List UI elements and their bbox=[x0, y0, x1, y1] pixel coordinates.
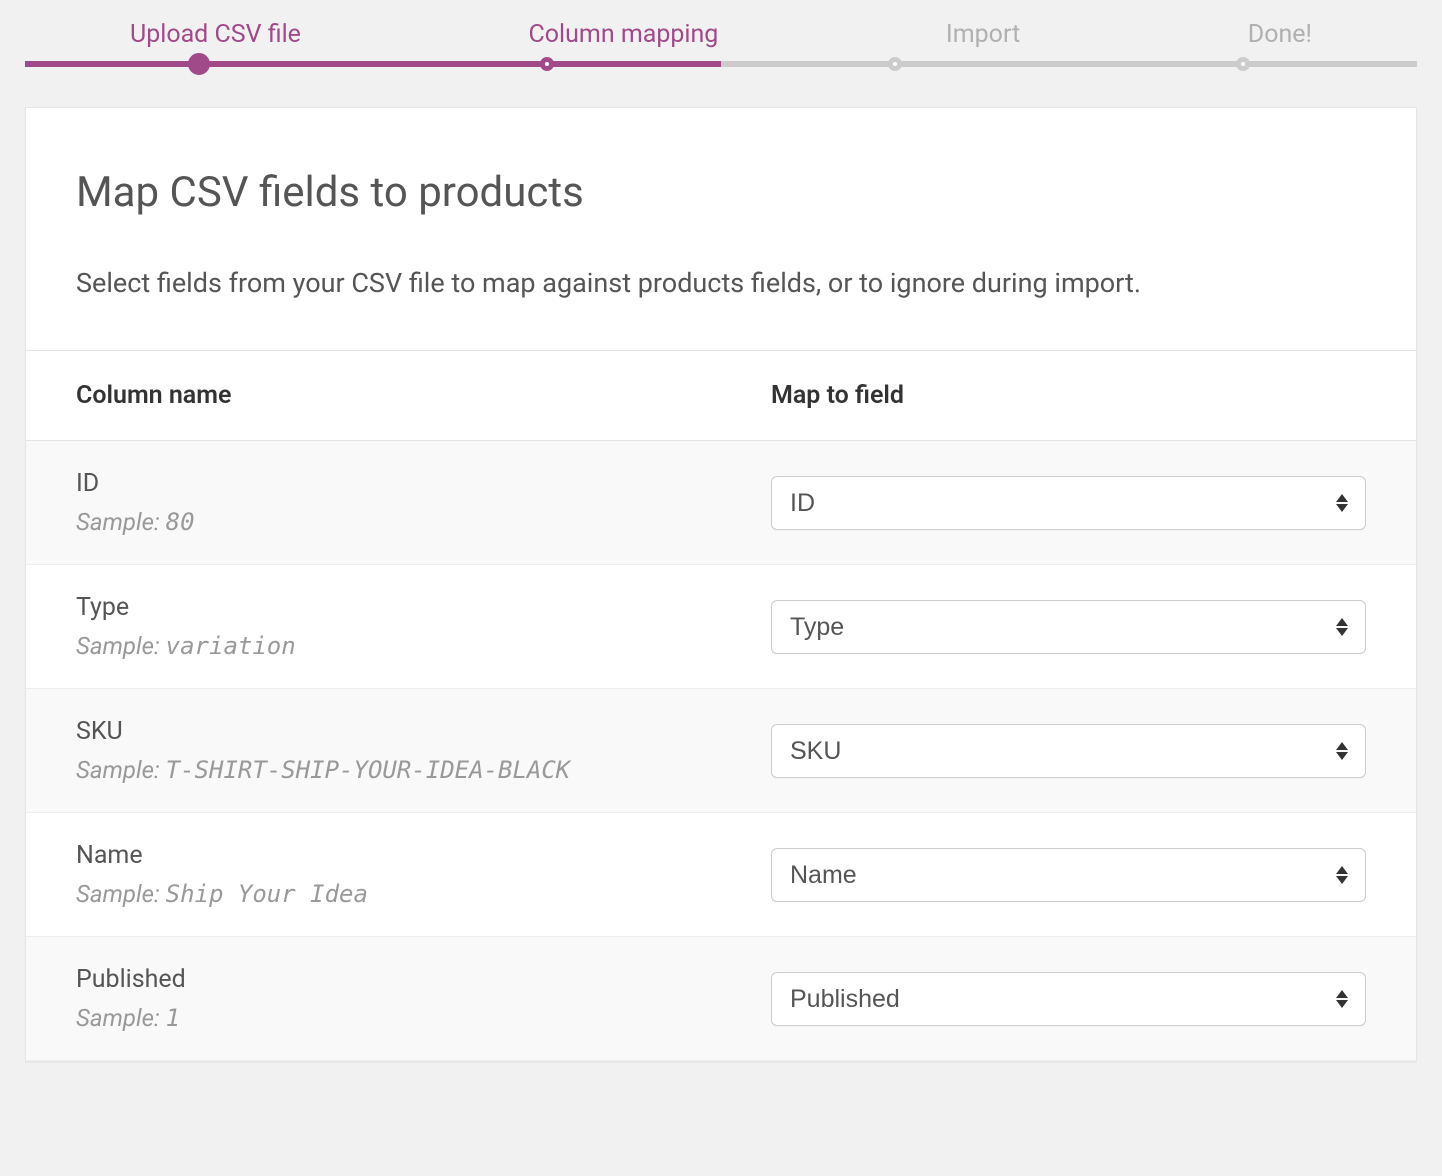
table-row: ID Sample: 80 ID bbox=[26, 441, 1416, 565]
column-header-name: Column name bbox=[26, 351, 721, 441]
map-field-select[interactable]: Name bbox=[771, 848, 1366, 902]
step-upload-csv[interactable]: Upload CSV file bbox=[130, 20, 301, 49]
column-sample: Sample: T-SHIRT-SHIP-YOUR-IDEA-BLACK bbox=[76, 756, 671, 784]
progress-fill bbox=[25, 61, 721, 67]
column-name-label: Type bbox=[76, 593, 671, 622]
progress-dot-2 bbox=[540, 57, 554, 71]
table-row: SKU Sample: T-SHIRT-SHIP-YOUR-IDEA-BLACK… bbox=[26, 689, 1416, 813]
column-name-label: SKU bbox=[76, 717, 671, 746]
map-field-select[interactable]: Type bbox=[771, 600, 1366, 654]
page-description: Select fields from your CSV file to map … bbox=[76, 262, 1366, 305]
table-row: Name Sample: Ship Your Idea Name bbox=[26, 813, 1416, 937]
progress-stepper: Upload CSV file Column mapping Import Do… bbox=[0, 0, 1442, 67]
progress-track bbox=[25, 61, 1417, 67]
column-name-label: ID bbox=[76, 469, 671, 498]
column-name-label: Published bbox=[76, 965, 671, 994]
column-name-label: Name bbox=[76, 841, 671, 870]
card-header: Map CSV fields to products Select fields… bbox=[26, 108, 1416, 350]
map-field-select[interactable]: ID bbox=[771, 476, 1366, 530]
column-header-map: Map to field bbox=[721, 351, 1416, 441]
step-import: Import bbox=[946, 20, 1020, 49]
column-sample: Sample: variation bbox=[76, 632, 671, 660]
column-sample: Sample: 80 bbox=[76, 508, 671, 536]
mapping-table: Column name Map to field ID Sample: 80 I… bbox=[26, 350, 1416, 1061]
progress-dot-3 bbox=[888, 57, 902, 71]
step-done: Done! bbox=[1248, 20, 1312, 49]
column-sample: Sample: Ship Your Idea bbox=[76, 880, 671, 908]
map-field-select[interactable]: Published bbox=[771, 972, 1366, 1026]
table-row: Type Sample: variation Type bbox=[26, 565, 1416, 689]
step-column-mapping[interactable]: Column mapping bbox=[529, 20, 719, 49]
table-row: Published Sample: 1 Published bbox=[26, 937, 1416, 1061]
column-sample: Sample: 1 bbox=[76, 1004, 671, 1032]
mapping-card: Map CSV fields to products Select fields… bbox=[25, 107, 1417, 1062]
page-title: Map CSV fields to products bbox=[76, 168, 1366, 217]
progress-dot-4 bbox=[1236, 57, 1250, 71]
progress-dot-1 bbox=[188, 53, 210, 75]
map-field-select[interactable]: SKU bbox=[771, 724, 1366, 778]
